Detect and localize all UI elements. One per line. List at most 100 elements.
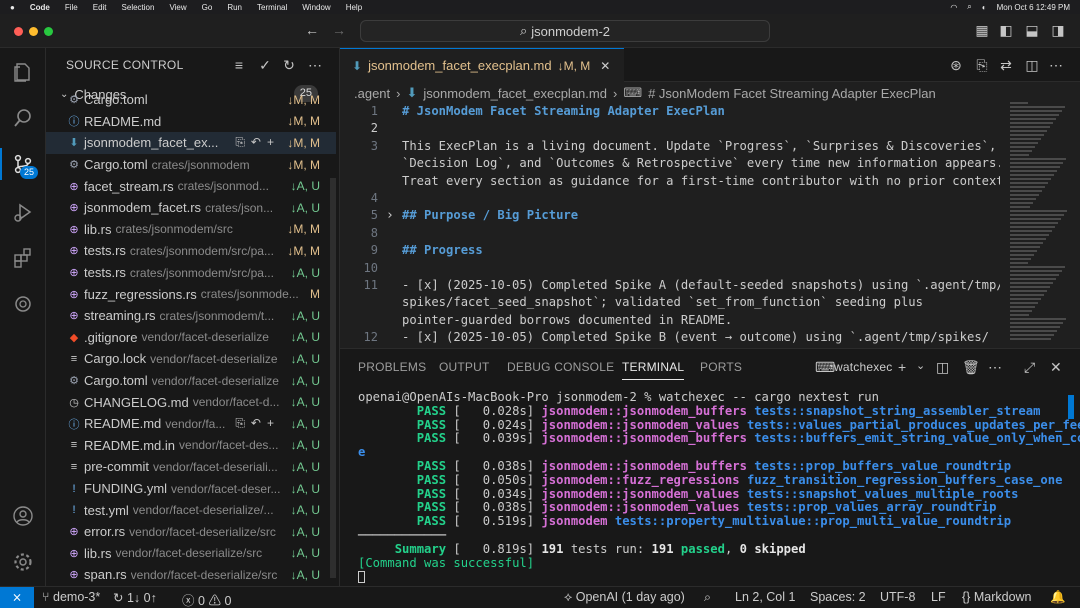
split-editor-icon[interactable]: ◫ — [1024, 57, 1040, 73]
changed-file-item[interactable]: ≡ pre-commit vendor/facet-deseriali... ↓A, … — [46, 456, 336, 478]
account-icon[interactable] — [9, 502, 37, 530]
tab-execplan[interactable]: ⬇ jsonmodem_facet_execplan.md ↓M, M ✕ — [340, 48, 624, 82]
changed-file-item[interactable]: ⚙ Cargo.toml crates/jsonmodem ↓M, M — [46, 154, 336, 176]
open-changes-icon[interactable]: ⎘ — [974, 57, 990, 73]
toggle-primary-sidebar-icon[interactable]: ◧ — [998, 22, 1014, 38]
menu-help[interactable]: Help — [346, 3, 362, 12]
terminal-name[interactable]: watchexec — [834, 360, 893, 374]
changed-file-item[interactable]: ◷ CHANGELOG.md vendor/facet-d... ↓A, U — [46, 391, 336, 413]
tab-ports[interactable]: PORTS — [700, 360, 742, 374]
explorer-icon[interactable] — [9, 58, 37, 86]
changed-file-item[interactable]: ≡ Cargo.lock vendor/facet-deserialize ↓A, U — [46, 348, 336, 370]
terminal-output[interactable]: openai@OpenAIs-MacBook-Pro jsonmodem-2 %… — [358, 390, 1080, 587]
changed-file-item[interactable]: ⓘ README.md vendor/fa... ⎘ ↶ + ↓A, U — [46, 413, 336, 435]
changed-file-item[interactable]: ⊕ fuzz_regressions.rs crates/jsonmode... M — [46, 283, 336, 305]
tab-debug-console[interactable]: DEBUG CONSOLE — [507, 360, 614, 374]
commit-check-icon[interactable]: ✓ — [256, 56, 274, 74]
extensions-icon[interactable] — [9, 244, 37, 272]
code-area[interactable]: 1 # JsonModem Facet Streaming Adapter Exe… — [340, 102, 1000, 348]
changed-file-item[interactable]: ◆ .gitignore vendor/facet-deserialize ↓A, U — [46, 327, 336, 349]
changed-file-item[interactable]: ⓘ README.md ↓M, M — [46, 111, 336, 133]
sidebar-scrollbar[interactable] — [330, 178, 336, 578]
toggle-panel-icon[interactable]: ⬓ — [1024, 22, 1040, 38]
customize-layout-icon[interactable]: ▦ — [974, 22, 990, 38]
changed-file-item[interactable]: ⊕ tests.rs crates/jsonmodem/src/pa... ↓M, M — [46, 240, 336, 262]
minimize-window-button[interactable] — [29, 27, 38, 36]
changed-file-item[interactable]: ⊕ lib.rs crates/jsonmodem/src ↓M, M — [46, 219, 336, 241]
open-file-icon[interactable]: ⎘ — [235, 135, 245, 150]
datetime[interactable]: Mon Oct 6 12:49 PM — [997, 3, 1070, 12]
sync-status[interactable]: ↻ 1↓ 0↑ — [113, 590, 157, 605]
menu-file[interactable]: File — [65, 3, 78, 12]
remote-indicator[interactable]: ⨯ — [0, 587, 34, 608]
zoom-window-button[interactable] — [44, 27, 53, 36]
stage-changes-icon[interactable]: + — [267, 416, 274, 431]
line-endings[interactable]: LF — [931, 590, 946, 604]
indentation[interactable]: Spaces: 2 — [810, 590, 866, 604]
changed-file-item[interactable]: ⊕ span.rs vendor/facet-deserialize/src ↓A, … — [46, 564, 336, 586]
changed-file-item[interactable]: ⚙ Cargo.toml ↓M, M — [46, 89, 336, 111]
encoding[interactable]: UTF-8 — [880, 590, 915, 604]
changed-file-item[interactable]: ⊕ tests.rs crates/jsonmodem/src/pa... ↓A, U — [46, 262, 336, 284]
menu-window[interactable]: Window — [302, 3, 330, 12]
discard-changes-icon[interactable]: ↶ — [251, 416, 261, 431]
open-file-icon[interactable]: ⎘ — [235, 416, 245, 431]
more-actions-icon[interactable]: ⋯ — [306, 56, 324, 74]
language-mode[interactable]: {} Markdown — [962, 590, 1032, 604]
close-icon[interactable]: ✕ — [600, 59, 610, 73]
menu-selection[interactable]: Selection — [122, 3, 155, 12]
more-actions-icon[interactable]: ⋯ — [1048, 57, 1064, 73]
maximize-panel-icon[interactable]: ⤢ — [1024, 359, 1035, 376]
tab-terminal[interactable]: TERMINAL — [622, 360, 685, 380]
chevron-down-icon[interactable]: ⌄ — [916, 359, 925, 372]
control-center-icon[interactable]: ◐ — [982, 3, 987, 12]
changed-file-item[interactable]: ! FUNDING.yml vendor/facet-deser... ↓A, U — [46, 478, 336, 500]
terminal-scrollbar[interactable] — [1068, 395, 1074, 419]
tab-problems[interactable]: PROBLEMS — [358, 360, 426, 374]
apple-menu-icon[interactable]: ● — [10, 3, 15, 12]
run-debug-icon[interactable] — [9, 198, 37, 226]
problems-status[interactable]: ⓧ 0 ⚠ 0 — [182, 590, 231, 608]
command-center-search[interactable]: ⌕ jsonmodem-2 — [360, 20, 770, 42]
wifi-icon[interactable]: ◠ — [950, 3, 957, 12]
forward-arrow-icon[interactable]: → — [331, 22, 347, 38]
more-actions-icon[interactable]: ⋯ — [988, 359, 1002, 376]
search-icon[interactable]: ⌕ — [967, 2, 971, 12]
changed-file-item[interactable]: ⬇ jsonmodem_facet_ex... ⎘ ↶ + ↓M, M — [46, 132, 336, 154]
toggle-secondary-sidebar-icon[interactable]: ◨ — [1050, 22, 1066, 38]
changed-file-item[interactable]: ⊕ facet_stream.rs crates/jsonmod... ↓A, U — [46, 175, 336, 197]
changed-file-item[interactable]: ⊕ lib.rs vendor/facet-deserialize/src ↓A, U — [46, 543, 336, 565]
discard-changes-icon[interactable]: ↶ — [251, 135, 261, 150]
back-arrow-icon[interactable]: ← — [304, 22, 320, 38]
settings-gear-icon[interactable] — [9, 548, 37, 576]
changed-file-item[interactable]: ≡ README.md.in vendor/facet-des... ↓A, U — [46, 435, 336, 457]
changed-file-item[interactable]: ⊕ streaming.rs crates/jsonmodem/t... ↓A, U — [46, 305, 336, 327]
compare-icon[interactable]: ⇄ — [998, 57, 1014, 73]
minimap[interactable] — [1010, 102, 1070, 342]
menu-terminal[interactable]: Terminal — [257, 3, 287, 12]
openai-icon[interactable]: ⊛ — [948, 57, 964, 73]
tab-output[interactable]: OUTPUT — [439, 360, 490, 374]
changed-file-item[interactable]: ! test.yml vendor/facet-deserialize/... ↓A,… — [46, 499, 336, 521]
search-icon[interactable] — [9, 104, 37, 132]
close-panel-icon[interactable]: ✕ — [1050, 359, 1062, 376]
view-as-list-icon[interactable]: ≡ — [230, 56, 248, 74]
notifications-bell-icon[interactable]: 🔔 — [1050, 590, 1066, 605]
stage-changes-icon[interactable]: + — [267, 135, 274, 150]
menu-go[interactable]: Go — [202, 3, 213, 12]
new-terminal-icon[interactable]: + — [898, 359, 906, 375]
close-window-button[interactable] — [14, 27, 23, 36]
git-blame[interactable]: ⟡ OpenAI (1 day ago) — [564, 590, 685, 605]
changed-file-item[interactable]: ⊕ error.rs vendor/facet-deserialize/src ↓A,… — [46, 521, 336, 543]
breadcrumb-folder[interactable]: .agent — [354, 86, 390, 101]
refresh-icon[interactable]: ↻ — [280, 56, 298, 74]
menu-edit[interactable]: Edit — [93, 3, 107, 12]
breadcrumb-file[interactable]: jsonmodem_facet_execplan.md — [423, 86, 607, 101]
split-terminal-icon[interactable]: ◫ — [936, 359, 949, 376]
changed-file-item[interactable]: ⊕ jsonmodem_facet.rs crates/json... ↓A, U — [46, 197, 336, 219]
changed-file-item[interactable]: ⚙ Cargo.toml vendor/facet-deserialize ↓A, U — [46, 370, 336, 392]
menu-run[interactable]: Run — [227, 3, 242, 12]
fold-chevron-icon[interactable]: › — [386, 208, 394, 223]
branch-status[interactable]: ⑂ demo-3* — [42, 590, 100, 604]
cursor-position[interactable]: Ln 2, Col 1 — [735, 590, 795, 604]
